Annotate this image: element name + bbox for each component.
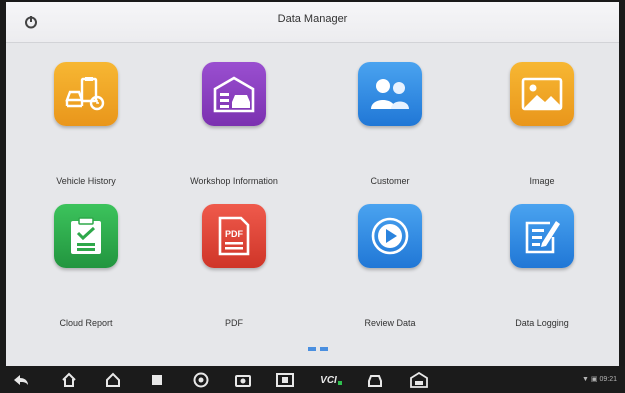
app-label: PDF	[225, 318, 243, 328]
app-label: Image	[529, 176, 555, 186]
cloud-report-icon	[54, 204, 118, 268]
vci-status-dot	[337, 381, 342, 385]
car-icon[interactable]	[366, 371, 384, 389]
image-icon	[510, 62, 574, 126]
system-nav-bar: VCI ▼ ▣ 09:21	[0, 366, 625, 393]
app-customer[interactable]: Customer	[320, 62, 470, 194]
recent-apps-icon[interactable]	[148, 371, 166, 389]
vci-label: VCI	[320, 374, 337, 386]
home-icon[interactable]	[60, 371, 78, 389]
device-frame: Data Manager Vehicle History Workshop In…	[0, 0, 625, 393]
app-image[interactable]: Image	[472, 62, 619, 194]
app-label: Data Logging	[515, 318, 569, 328]
house-icon[interactable]	[104, 371, 122, 389]
data-logging-icon	[510, 204, 574, 268]
garage-icon[interactable]	[410, 371, 428, 389]
screenshot-icon[interactable]	[276, 371, 294, 389]
status-indicator: ▼ ▣ 09:21	[582, 376, 617, 383]
app-label: Review Data	[364, 318, 416, 328]
app-pdf[interactable]: PDF PDF	[164, 204, 314, 336]
page-title: Data Manager	[277, 13, 348, 25]
app-vehicle-history[interactable]: Vehicle History	[16, 62, 166, 194]
app-workshop-information[interactable]: Workshop Information	[164, 62, 314, 194]
page-dot	[320, 347, 328, 351]
workshop-icon	[202, 62, 266, 126]
header-bar: Data Manager	[6, 2, 619, 43]
app-label: Customer	[370, 176, 410, 186]
app-cloud-report[interactable]: Cloud Report	[16, 204, 166, 336]
chrome-icon[interactable]	[192, 371, 210, 389]
play-icon	[358, 204, 422, 268]
app-data-logging[interactable]: Data Logging	[472, 204, 619, 336]
app-grid: Vehicle History Workshop Information Cus…	[6, 54, 619, 344]
page-indicator	[306, 344, 332, 354]
back-icon[interactable]	[12, 371, 30, 389]
app-label: Workshop Information	[190, 176, 278, 186]
app-label: Vehicle History	[56, 176, 116, 186]
app-label: Cloud Report	[59, 318, 113, 328]
camera-icon[interactable]	[234, 371, 252, 389]
customer-icon	[358, 62, 422, 126]
vehicle-history-icon	[54, 62, 118, 126]
svg-text:PDF: PDF	[225, 229, 244, 239]
pdf-icon: PDF	[202, 204, 266, 268]
app-review-data[interactable]: Review Data	[320, 204, 470, 336]
vci-icon[interactable]: VCI	[318, 371, 344, 389]
app-screen: Data Manager Vehicle History Workshop In…	[6, 2, 619, 366]
page-dot-active	[308, 347, 316, 351]
